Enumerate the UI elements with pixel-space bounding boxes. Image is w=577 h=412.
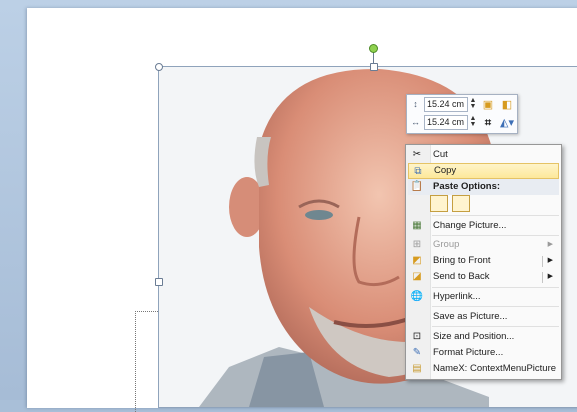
- copy-icon: ⧉: [414, 166, 422, 177]
- resize-handle-top[interactable]: [370, 63, 378, 71]
- paste-picture-icon[interactable]: [430, 195, 448, 212]
- crop-icon[interactable]: ⌗: [480, 116, 496, 130]
- size-position-icon: ⊡: [412, 331, 422, 342]
- picture-effects-icon[interactable]: ◭▾: [499, 116, 515, 130]
- menu-separator: [432, 215, 559, 216]
- menu-separator: [432, 326, 559, 327]
- send-to-back-icon: ◪: [412, 271, 422, 282]
- group-icon: ⊞: [412, 239, 422, 250]
- menu-item-bring-to-front[interactable]: ◩ Bring to Front ▶: [408, 253, 559, 269]
- shape-height-input[interactable]: 15.24 cm: [424, 97, 468, 112]
- menu-item-format-picture[interactable]: ✎ Format Picture...: [408, 345, 559, 361]
- menu-item-size-and-position[interactable]: ⊡ Size and Position...: [408, 329, 559, 345]
- menu-separator: [432, 235, 559, 236]
- submenu-arrow-icon: ▶: [547, 241, 553, 248]
- submenu-arrow-icon[interactable]: ▶: [548, 269, 553, 285]
- width-row: ↔ 15.24 cm ▲ ▼ ⌗ ◭▾: [409, 114, 515, 131]
- menu-item-hyperlink[interactable]: 🌐 Hyperlink...: [408, 289, 559, 305]
- mini-toolbar: ↕ 15.24 cm ▲ ▼ ▣ ◧ ↔ 15.24 cm ▲ ▼ ⌗ ◭▾: [406, 94, 518, 134]
- menu-item-send-to-back[interactable]: ◪ Send to Back ▶: [408, 269, 559, 285]
- format-picture-icon: ✎: [412, 347, 422, 358]
- keep-text-only-icon[interactable]: [452, 195, 470, 212]
- paste-icon: 📋: [410, 181, 424, 192]
- menu-separator: [432, 306, 559, 307]
- send-backward-icon[interactable]: ◧: [499, 98, 515, 112]
- height-spinner[interactable]: ▲ ▼: [469, 97, 477, 111]
- menu-item-change-picture[interactable]: ▦ Change Picture...: [408, 218, 559, 234]
- globe-link-icon: 🌐: [410, 291, 424, 302]
- menu-separator: [432, 287, 559, 288]
- namex-icon: ▤: [412, 363, 422, 374]
- shape-width-icon: ↔: [411, 117, 420, 127]
- submenu-arrow-icon[interactable]: ▶: [548, 253, 553, 269]
- menu-item-copy[interactable]: ⧉ Copy: [408, 163, 559, 179]
- menu-item-cut[interactable]: ✂ Cut: [408, 147, 559, 163]
- shape-height-icon: ↕: [413, 99, 418, 109]
- scissors-icon: ✂: [412, 149, 422, 160]
- menu-item-save-as-picture[interactable]: Save as Picture...: [408, 309, 559, 325]
- resize-handle-top-left[interactable]: [155, 63, 163, 71]
- resize-handle-left[interactable]: [155, 278, 163, 286]
- split-divider: [542, 256, 543, 267]
- menu-item-namex[interactable]: ▤ NameX: ContextMenuPicture: [408, 361, 559, 377]
- change-picture-icon: ▦: [412, 220, 422, 231]
- width-spinner[interactable]: ▲ ▼: [469, 115, 477, 129]
- rotation-handle[interactable]: [369, 44, 378, 53]
- bring-to-front-icon: ◩: [412, 255, 422, 266]
- menu-header-paste-options: 📋 Paste Options:: [408, 179, 559, 195]
- context-menu: ✂ Cut ⧉ Copy 📋 Paste Options: ▦ Change P…: [405, 144, 562, 380]
- bring-forward-icon[interactable]: ▣: [480, 98, 496, 112]
- split-divider: [542, 272, 543, 283]
- height-row: ↕ 15.24 cm ▲ ▼ ▣ ◧: [409, 96, 515, 113]
- shape-width-input[interactable]: 15.24 cm: [424, 115, 468, 130]
- menu-item-group[interactable]: ⊞ Group ▶: [408, 237, 559, 253]
